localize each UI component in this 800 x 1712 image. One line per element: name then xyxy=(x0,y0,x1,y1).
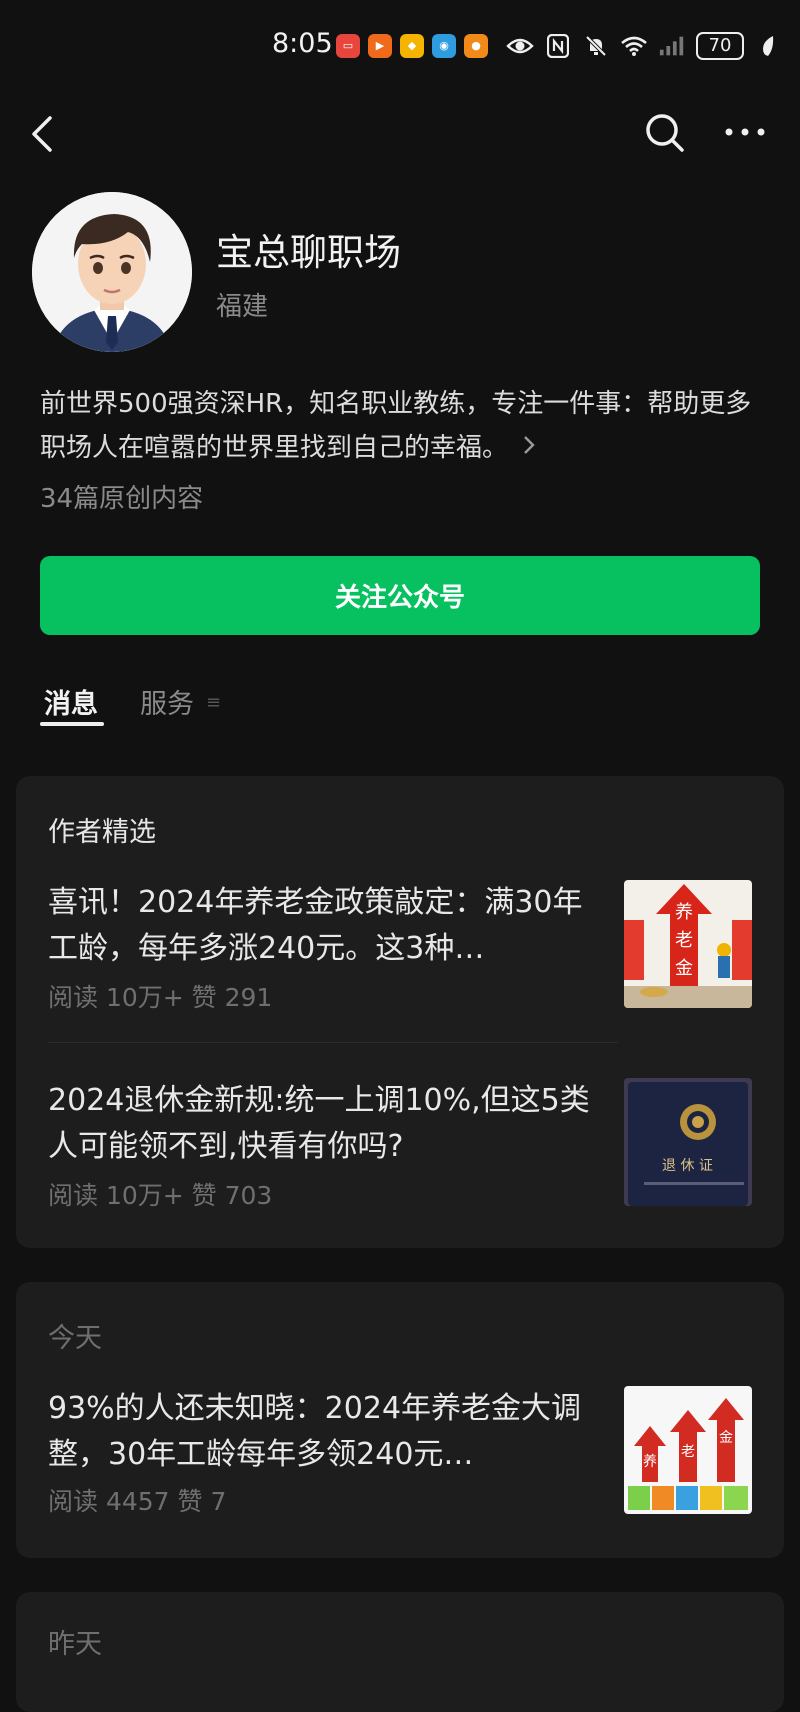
article-stats: 阅读 10万+ 赞 703 xyxy=(48,1181,273,1210)
article-stats: 阅读 4457 赞 7 xyxy=(48,1487,227,1516)
eye-icon xyxy=(506,32,534,60)
today-articles-card: 今天 93%的人还未知晓：2024年养老金大调整，30年工龄每年多领240元… … xyxy=(16,1282,784,1558)
article-title[interactable]: 喜讯！2024年养老金政策敲定：满30年工龄，每年多涨240元。这3种… xyxy=(48,880,608,972)
more-dots-icon xyxy=(725,128,765,136)
account-avatar[interactable] xyxy=(32,192,192,352)
follow-account-button[interactable]: 关注公众号 xyxy=(40,556,760,635)
browser-app-icon: ◉ xyxy=(432,34,456,58)
tab-services[interactable]: 服务 xyxy=(140,682,194,721)
yesterday-articles-card: 昨天 xyxy=(16,1592,784,1712)
cartoon-man-avatar-image xyxy=(32,192,192,352)
article-title[interactable]: 2024退休金新规:统一上调10%,但这5类人可能领不到,快看有你吗? xyxy=(48,1078,608,1170)
account-location: 福建 xyxy=(216,292,269,322)
mute-bell-icon xyxy=(582,32,610,60)
more-options-button[interactable] xyxy=(720,110,770,154)
signal-icon xyxy=(658,32,686,60)
retirement-certificate-thumbnail-icon: 退 休 证 xyxy=(624,1078,752,1206)
bio-text: 前世界500强资深HR，知名职业教练，专注一件事：帮助更多职场人在喧嚣的世界里找… xyxy=(40,389,752,463)
chevron-right-icon xyxy=(522,426,536,470)
account-bio[interactable]: 前世界500强资深HR，知名职业教练，专注一件事：帮助更多职场人在喧嚣的世界里找… xyxy=(40,382,766,470)
article-thumbnail[interactable]: 退 休 证 xyxy=(624,1078,752,1206)
battery-indicator: 70 xyxy=(696,32,744,60)
section-title-today: 今天 xyxy=(48,1323,102,1354)
shopping-app-icon: ▭ xyxy=(336,34,360,58)
active-tab-indicator xyxy=(40,722,104,726)
account-name: 宝总聊职场 xyxy=(216,231,401,274)
status-bar: 8:05 ▭ ▶ ◆ ◉ ● 70 xyxy=(0,26,800,70)
original-post-count[interactable]: 34篇原创内容 xyxy=(40,478,203,515)
article-thumbnail[interactable]: 养 老 金 xyxy=(624,1386,752,1514)
article-divider xyxy=(48,1042,618,1043)
article-stats: 阅读 10万+ 赞 291 xyxy=(48,983,273,1012)
delivery-app-icon: ◆ xyxy=(400,34,424,58)
svg-text:退 休 证: 退 休 证 xyxy=(662,1158,713,1174)
top-nav-bar xyxy=(0,106,800,162)
svg-text:养: 养 xyxy=(643,1454,657,1470)
section-title-featured: 作者精选 xyxy=(48,817,156,848)
system-status-icons: 70 xyxy=(506,32,782,60)
leaf-icon xyxy=(754,32,782,60)
svg-text:金: 金 xyxy=(719,1430,733,1446)
chevron-left-icon xyxy=(32,116,52,152)
article-thumbnail[interactable]: 养 老 金 xyxy=(624,880,752,1008)
back-button[interactable] xyxy=(24,112,68,156)
clock: 8:05 xyxy=(272,28,333,59)
svg-text:金: 金 xyxy=(675,958,693,979)
featured-articles-card: 作者精选 喜讯！2024年养老金政策敲定：满30年工龄，每年多涨240元。这3种… xyxy=(16,776,784,1248)
video-app-icon: ▶ xyxy=(368,34,392,58)
notification-app-icons: ▭ ▶ ◆ ◉ ● xyxy=(336,34,488,58)
section-title-yesterday: 昨天 xyxy=(48,1629,102,1660)
pension-arrows-thumbnail-icon: 养 老 金 xyxy=(624,1386,752,1514)
menu-icon: ≡ xyxy=(206,692,222,713)
svg-text:老: 老 xyxy=(675,930,693,951)
nfc-icon xyxy=(544,32,572,60)
tab-messages[interactable]: 消息 xyxy=(44,682,98,721)
search-button[interactable] xyxy=(642,110,686,154)
svg-text:养: 养 xyxy=(675,902,693,923)
search-icon xyxy=(646,114,684,152)
article-title[interactable]: 93%的人还未知晓：2024年养老金大调整，30年工龄每年多领240元… xyxy=(48,1386,608,1478)
wifi-icon xyxy=(620,32,648,60)
pension-arrow-thumbnail-icon: 养 老 金 xyxy=(624,880,752,1008)
svg-text:老: 老 xyxy=(681,1444,695,1460)
weibo-app-icon: ● xyxy=(464,34,488,58)
